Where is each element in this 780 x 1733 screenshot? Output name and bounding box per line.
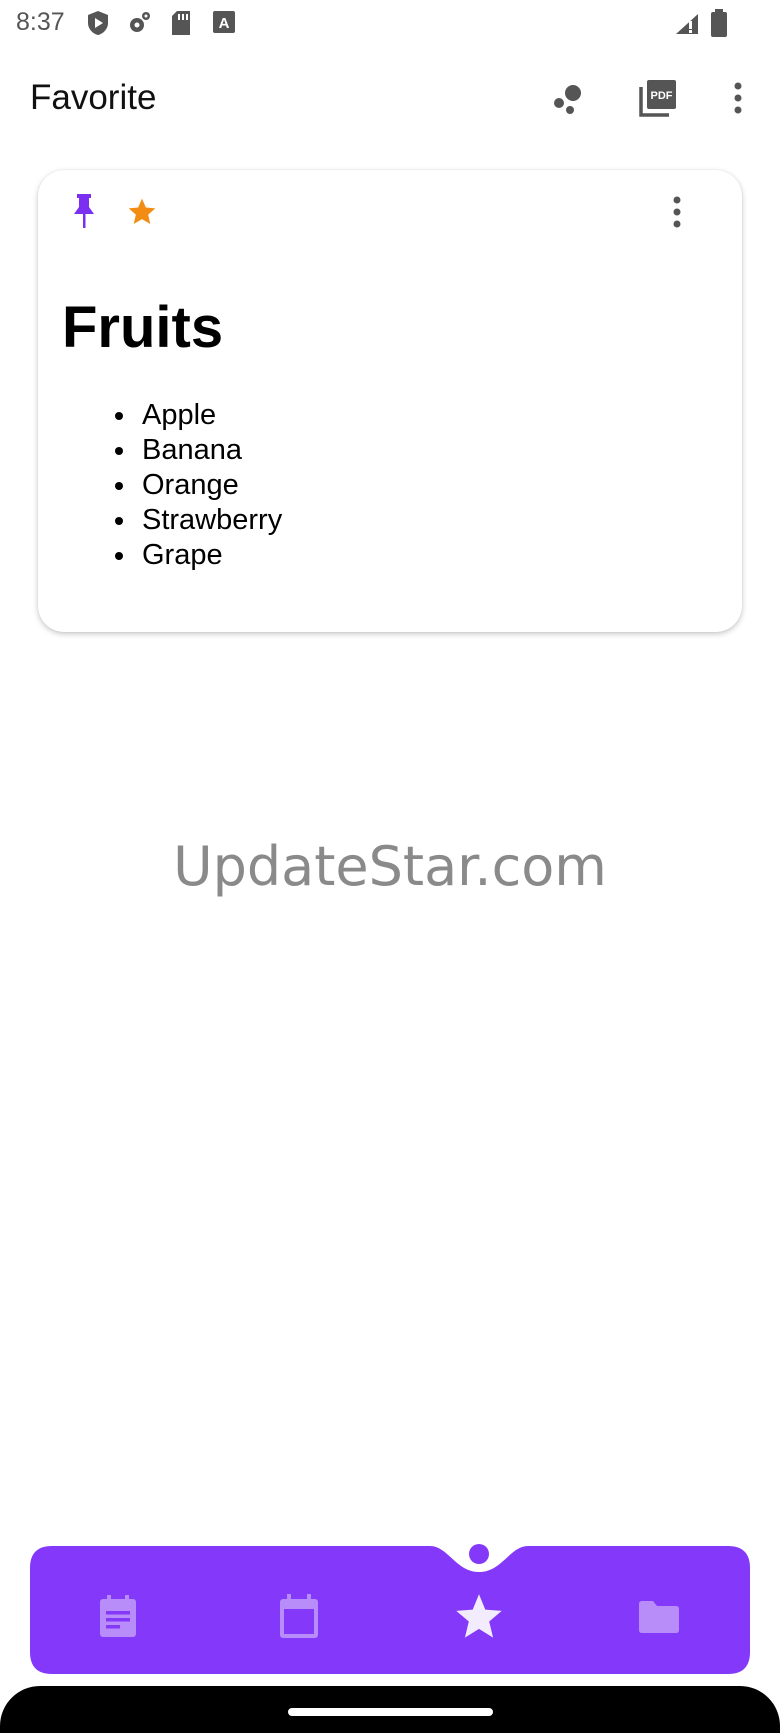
note-list: Apple Banana Orange Strawberry Grape [98,398,282,573]
bubbles-button[interactable] [542,74,594,126]
bubbles-icon [551,81,585,120]
nav-item-favorite[interactable] [444,1584,514,1654]
battery-icon [710,9,728,42]
page-title: Favorite [30,78,157,117]
nav-item-folders[interactable] [624,1584,694,1654]
nav-item-calendar[interactable] [264,1584,334,1654]
notes-icon [98,1594,138,1644]
svg-text:PDF: PDF [651,90,673,102]
more-options-button[interactable] [712,74,764,126]
app-bar: Favorite PDF [0,60,780,140]
gesture-bar [0,1686,780,1733]
svg-text:A: A [219,15,230,32]
home-gesture-handle[interactable] [288,1708,493,1716]
export-pdf-button[interactable]: PDF [632,74,684,126]
more-vert-icon [733,82,743,119]
sd-card-icon [170,10,192,41]
signal-icon [674,12,700,41]
note-card[interactable]: Fruits Apple Banana Orange Strawberry Gr… [38,170,742,632]
note-title: Fruits [62,295,224,360]
nav-item-notes[interactable] [83,1584,153,1654]
list-item: Orange [138,468,282,503]
shield-play-icon [86,10,110,41]
list-item: Strawberry [138,503,282,538]
note-more-icon[interactable] [672,196,682,233]
font-a-icon: A [212,10,236,39]
list-item: Apple [138,398,282,433]
active-indicator-dot [469,1544,489,1564]
pin-icon[interactable] [72,194,96,235]
status-bar: 8:37 A [0,0,780,48]
status-time: 8:37 [16,8,65,36]
bottom-nav [28,1544,752,1676]
calendar-icon [278,1593,320,1645]
pdf-icon: PDF [638,78,678,123]
list-item: Grape [138,538,282,573]
folder-icon [637,1600,681,1639]
star-icon[interactable] [126,196,158,233]
list-item: Banana [138,433,282,468]
star-nav-icon [453,1592,505,1647]
settings-gear-icon [126,10,152,41]
watermark: UpdateStar.com [173,835,607,898]
